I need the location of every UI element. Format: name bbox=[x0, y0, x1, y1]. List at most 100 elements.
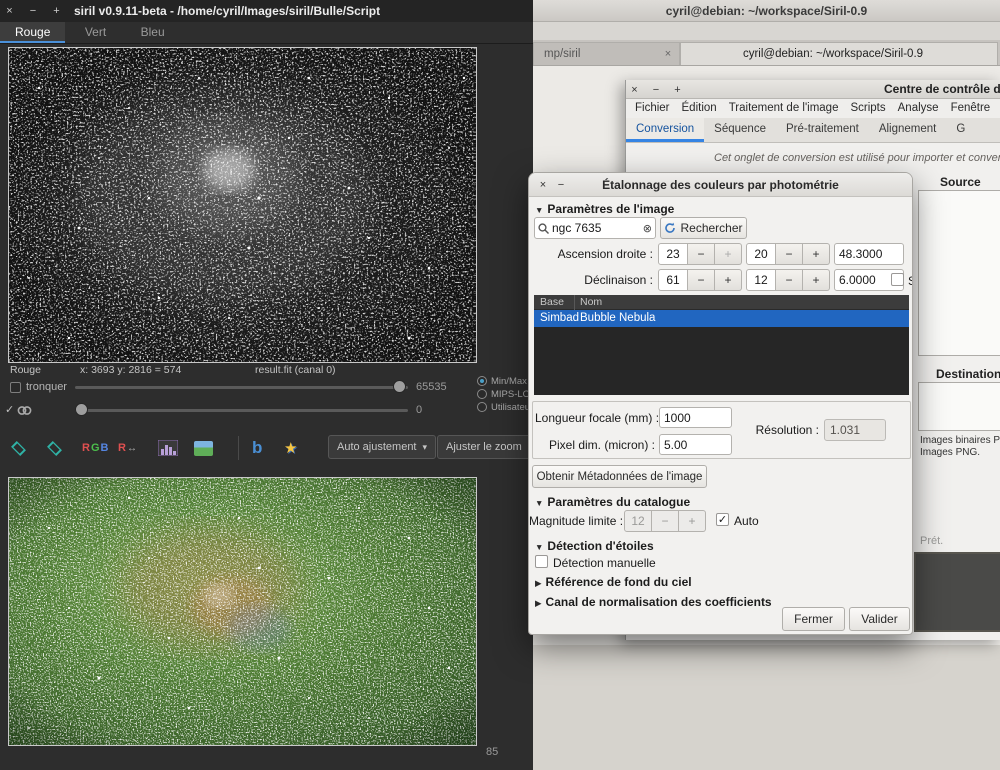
menu-scripts[interactable]: Scripts bbox=[844, 99, 891, 118]
spin-decrement-button[interactable]: − bbox=[776, 269, 803, 291]
minimize-icon[interactable]: − bbox=[23, 0, 42, 22]
terminal-titlebar[interactable]: cyril@debian: ~/workspace/Siril-0.9 bbox=[533, 0, 1000, 22]
column-base[interactable]: Base bbox=[540, 295, 564, 310]
radio-minmax[interactable] bbox=[477, 376, 487, 386]
spin-increment-button[interactable]: + bbox=[803, 243, 830, 265]
spin-decrement-button[interactable]: − bbox=[776, 243, 803, 265]
background-reference-expander[interactable]: ▶Référence de fond du ciel bbox=[535, 575, 692, 589]
focal-input[interactable] bbox=[659, 407, 732, 428]
menu-aide[interactable]: Aide bbox=[996, 99, 1000, 118]
spin-increment-button[interactable]: + bbox=[803, 269, 830, 291]
dec-degrees-value[interactable]: 61 bbox=[658, 269, 688, 291]
histogram-icon[interactable] bbox=[158, 435, 178, 461]
ra-hours-value[interactable]: 23 bbox=[658, 243, 688, 265]
tab-conversion[interactable]: Conversion bbox=[626, 118, 704, 142]
ra-minutes-value[interactable]: 20 bbox=[746, 243, 776, 265]
truncate-checkbox[interactable] bbox=[10, 382, 21, 393]
menu-fichier[interactable]: Fichier bbox=[629, 99, 676, 118]
column-nom[interactable]: Nom bbox=[580, 295, 602, 310]
letter-b-icon[interactable]: b bbox=[252, 435, 262, 461]
high-level-slider[interactable] bbox=[75, 378, 408, 396]
menu-edition[interactable]: Édition bbox=[676, 99, 723, 118]
close-icon[interactable]: × bbox=[0, 0, 19, 22]
spin-increment-button[interactable]: + bbox=[715, 243, 742, 265]
low-level-slider[interactable] bbox=[75, 401, 408, 419]
close-icon[interactable]: × bbox=[535, 173, 551, 197]
search-button[interactable]: Rechercher bbox=[660, 217, 747, 239]
radio-user[interactable] bbox=[477, 402, 487, 412]
tab-vert[interactable]: Vert bbox=[70, 22, 121, 43]
maximize-icon[interactable]: + bbox=[669, 81, 686, 100]
image-params-expander[interactable]: ▼Paramètres de l'image bbox=[535, 202, 674, 216]
check-icon[interactable]: ✓ bbox=[5, 403, 14, 416]
dec-minutes-value[interactable]: 12 bbox=[746, 269, 776, 291]
display-mode-group: Min/Max MIPS-LO Utilisateu bbox=[477, 374, 533, 416]
auto-adjust-dropdown[interactable]: Auto ajustement▾ bbox=[328, 435, 436, 459]
tab-rouge[interactable]: Rouge bbox=[0, 22, 65, 43]
color-image-view[interactable] bbox=[8, 477, 477, 746]
south-checkbox[interactable] bbox=[891, 273, 904, 286]
tab-alignement[interactable]: Alignement bbox=[869, 118, 947, 142]
destination-panel[interactable] bbox=[918, 382, 1000, 431]
source-list[interactable] bbox=[918, 190, 1000, 356]
normalization-header: Canal de normalisation des coefficients bbox=[546, 595, 772, 609]
search-input[interactable] bbox=[552, 221, 640, 235]
star-detection-expander[interactable]: ▼Détection d'étoiles bbox=[535, 539, 654, 553]
spin-increment-button[interactable]: + bbox=[715, 269, 742, 291]
spin-decrement-button[interactable]: − bbox=[688, 243, 715, 265]
menu-analyse[interactable]: Analyse bbox=[892, 99, 945, 118]
link-channels-icon[interactable] bbox=[17, 404, 32, 422]
radio-user-label: Utilisateu bbox=[491, 402, 530, 413]
zoom-dropdown[interactable]: Ajuster le zoom▾ bbox=[437, 435, 533, 459]
control-center-titlebar[interactable]: × − + Centre de contrôle d bbox=[626, 80, 1000, 99]
slider-handle[interactable] bbox=[393, 380, 406, 393]
zoom-label: Ajuster le zoom bbox=[446, 441, 522, 453]
tab-pretraitement[interactable]: Pré-traitement bbox=[776, 118, 869, 142]
menu-fenetre[interactable]: Fenêtre bbox=[945, 99, 997, 118]
terminal-tab-2[interactable]: cyril@debian: ~/workspace/Siril-0.9 bbox=[680, 42, 998, 65]
slider-handle[interactable] bbox=[75, 403, 88, 416]
table-row[interactable]: Simbad Bubble Nebula bbox=[534, 310, 909, 327]
close-icon[interactable]: × bbox=[626, 81, 643, 100]
table-header[interactable]: Base Nom bbox=[534, 295, 909, 310]
layers-diamond-icon[interactable] bbox=[12, 435, 25, 461]
auto-checkbox[interactable]: ✓ bbox=[716, 513, 729, 526]
minimize-icon[interactable]: − bbox=[647, 81, 664, 100]
channel-align-icon[interactable]: R↔ bbox=[118, 435, 137, 461]
channel-tabbar: Rouge Vert Bleu bbox=[0, 22, 533, 44]
south-label: S bbox=[908, 274, 913, 288]
apply-button[interactable]: Valider bbox=[849, 607, 910, 631]
star-icon[interactable]: ★ bbox=[284, 435, 297, 461]
manual-detection-checkbox[interactable] bbox=[535, 555, 548, 568]
red-channel-image-view[interactable] bbox=[8, 47, 477, 363]
background-reference-header: Référence de fond du ciel bbox=[546, 575, 692, 589]
console-panel[interactable] bbox=[914, 552, 1000, 632]
normalization-expander[interactable]: ▶Canal de normalisation des coefficients bbox=[535, 595, 772, 609]
get-metadata-button[interactable]: Obtenir Métadonnées de l'image bbox=[532, 465, 707, 488]
siril-titlebar[interactable]: × − + siril v0.9.11-beta - /home/cyril/I… bbox=[0, 0, 533, 22]
catalog-params-expander[interactable]: ▼Paramètres du catalogue bbox=[535, 495, 690, 509]
pixel-input[interactable] bbox=[659, 434, 732, 455]
maximize-icon[interactable]: + bbox=[47, 0, 66, 22]
close-button[interactable]: Fermer bbox=[782, 607, 845, 631]
resolution-value: 1.031 bbox=[824, 419, 886, 441]
terminal-tab-1[interactable]: mp/siril × bbox=[533, 42, 680, 65]
object-search-field[interactable]: ⊗ bbox=[534, 217, 656, 239]
get-metadata-label: Obtenir Métadonnées de l'image bbox=[537, 471, 703, 483]
tab-clipped[interactable]: G bbox=[946, 118, 975, 142]
ra-seconds-input[interactable] bbox=[834, 243, 904, 265]
rgb-compositing-icon[interactable]: RGB bbox=[82, 435, 108, 461]
close-icon[interactable]: × bbox=[661, 48, 675, 62]
image-preview-icon[interactable] bbox=[194, 435, 213, 461]
dialog-titlebar[interactable]: × − Étalonnage des couleurs par photomét… bbox=[529, 173, 912, 197]
layers-diamond-icon-2[interactable] bbox=[48, 435, 61, 461]
letter-g: G bbox=[91, 442, 100, 454]
toolbar: RGB R↔ b ★ Auto ajustement▾ Ajuster le z… bbox=[0, 432, 533, 464]
radio-mips[interactable] bbox=[477, 389, 487, 399]
clear-icon[interactable]: ⊗ bbox=[643, 222, 652, 235]
spin-decrement-button[interactable]: − bbox=[688, 269, 715, 291]
minimize-icon[interactable]: − bbox=[553, 173, 569, 197]
tab-sequence[interactable]: Séquence bbox=[704, 118, 776, 142]
tab-bleu[interactable]: Bleu bbox=[126, 22, 180, 43]
menu-traitement[interactable]: Traitement de l'image bbox=[723, 99, 845, 118]
